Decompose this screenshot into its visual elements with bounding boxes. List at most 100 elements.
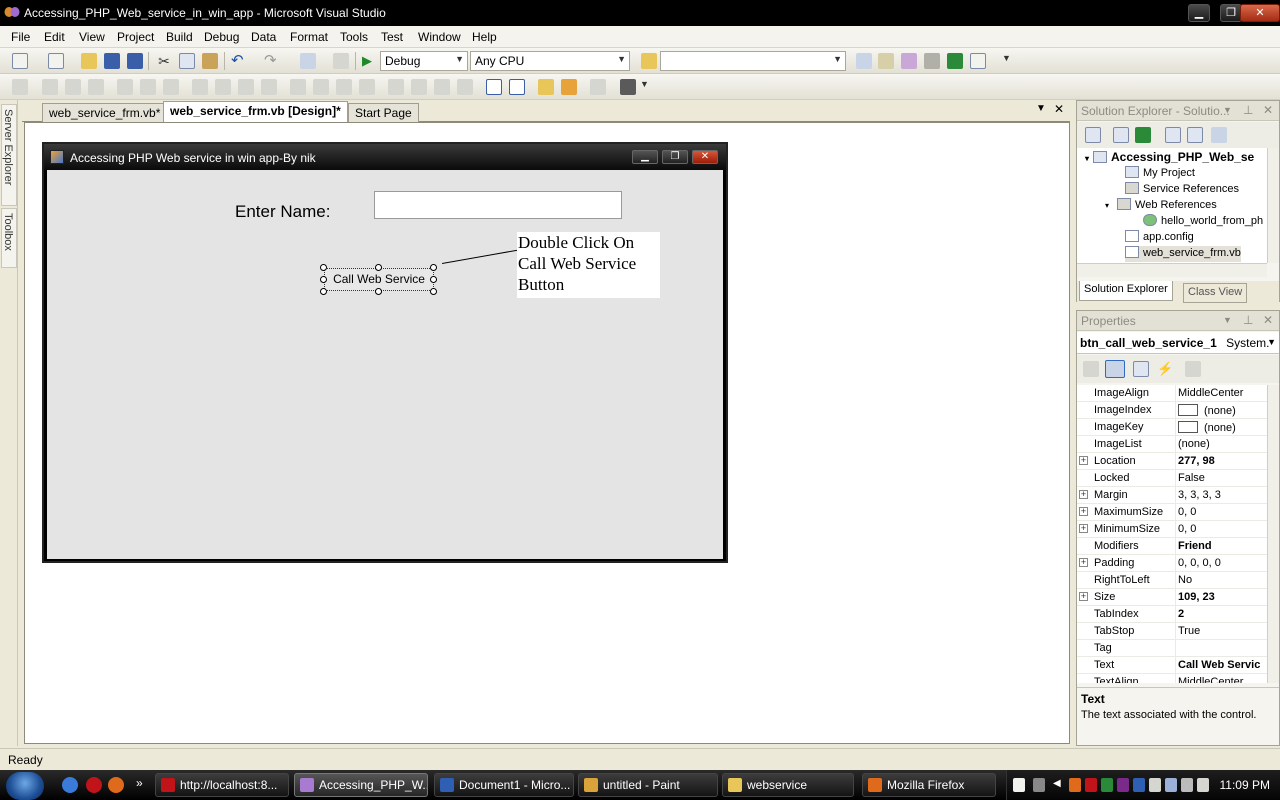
- property-grid-scrollbar[interactable]: [1267, 385, 1279, 683]
- save-icon[interactable]: [104, 53, 120, 69]
- tray-app-icon[interactable]: [1133, 778, 1145, 792]
- clock[interactable]: 11:09 PM: [1220, 778, 1270, 792]
- copy-icon[interactable]: [179, 53, 195, 69]
- decrease-horizontal-spacing-icon[interactable]: [336, 79, 352, 95]
- power-icon[interactable]: [1197, 778, 1209, 792]
- property-value[interactable]: MiddleCenter: [1175, 385, 1267, 402]
- properties-icon[interactable]: [1085, 127, 1101, 143]
- help-icon[interactable]: [1013, 778, 1025, 792]
- properties-window-icon[interactable]: [878, 53, 894, 69]
- toolbar-options-icon[interactable]: ▼: [640, 79, 656, 95]
- property-row[interactable]: + Size 109, 23: [1077, 589, 1267, 606]
- property-value[interactable]: 2: [1175, 606, 1267, 623]
- menu-help[interactable]: Help: [472, 30, 497, 44]
- taskbar-button[interactable]: Document1 - Micro...: [434, 773, 574, 797]
- expand-icon[interactable]: +: [1079, 592, 1088, 601]
- expand-icon[interactable]: +: [1079, 490, 1088, 499]
- menu-view[interactable]: View: [79, 30, 105, 44]
- tab-code[interactable]: web_service_frm.vb*: [42, 103, 168, 122]
- align-lefts-icon[interactable]: [42, 79, 58, 95]
- property-row[interactable]: + Location 277, 98: [1077, 453, 1267, 470]
- undo-icon[interactable]: ↶: [231, 53, 247, 69]
- tray-app-icon[interactable]: [1101, 778, 1113, 792]
- find-in-files-icon[interactable]: [641, 53, 657, 69]
- resize-handle[interactable]: [375, 288, 382, 295]
- wifi-icon[interactable]: [1181, 778, 1193, 792]
- navigate-forward-icon[interactable]: [333, 53, 349, 69]
- horizontal-spacing-icon[interactable]: [290, 79, 306, 95]
- alphabetical-icon[interactable]: [1105, 360, 1125, 378]
- remove-horizontal-spacing-icon[interactable]: [359, 79, 375, 95]
- property-value[interactable]: [1175, 640, 1267, 657]
- collapse-icon[interactable]: ▾: [1105, 201, 1109, 210]
- menu-tools[interactable]: Tools: [340, 30, 368, 44]
- property-value[interactable]: 109, 23: [1175, 589, 1267, 606]
- decrease-vertical-spacing-icon[interactable]: [434, 79, 450, 95]
- pin-icon[interactable]: ⊥: [1243, 313, 1253, 327]
- make-same-height-icon[interactable]: [238, 79, 254, 95]
- menu-build[interactable]: Build: [166, 30, 193, 44]
- solution-tree-vertical-scrollbar[interactable]: [1267, 148, 1279, 263]
- property-row[interactable]: Modifiers Friend: [1077, 538, 1267, 555]
- tab-start-page[interactable]: Start Page: [348, 103, 419, 122]
- resize-handle[interactable]: [430, 264, 437, 271]
- align-rights-icon[interactable]: [88, 79, 104, 95]
- property-row[interactable]: ImageKey (none): [1077, 419, 1267, 436]
- make-same-width-icon[interactable]: [192, 79, 208, 95]
- property-row[interactable]: + Padding 0, 0, 0, 0: [1077, 555, 1267, 572]
- solution-tree-horizontal-scrollbar[interactable]: [1077, 263, 1267, 277]
- property-row[interactable]: Locked False: [1077, 470, 1267, 487]
- property-row[interactable]: + Margin 3, 3, 3, 3: [1077, 487, 1267, 504]
- tree-item-project[interactable]: ▾ Accessing_PHP_Web_se: [1085, 150, 1254, 166]
- solution-configuration-select[interactable]: Debug ▼: [380, 51, 468, 71]
- chevron-left-icon[interactable]: ◀: [1053, 778, 1065, 792]
- size-to-grid-icon[interactable]: [215, 79, 231, 95]
- tree-item-app-config[interactable]: app.config: [1125, 230, 1194, 246]
- events-icon[interactable]: ⚡: [1157, 361, 1173, 377]
- refresh-icon[interactable]: [1135, 127, 1151, 143]
- view-class-diagram-icon[interactable]: [1211, 127, 1227, 143]
- increase-vertical-spacing-icon[interactable]: [411, 79, 427, 95]
- expand-icon[interactable]: +: [1079, 558, 1088, 567]
- lock-controls-icon[interactable]: [620, 79, 636, 95]
- resize-handle[interactable]: [320, 288, 327, 295]
- taskbar-button[interactable]: Accessing_PHP_W...: [294, 773, 428, 797]
- window-layout-icon[interactable]: [970, 53, 986, 69]
- toolbox-icon[interactable]: [924, 53, 940, 69]
- expand-icon[interactable]: +: [1079, 524, 1088, 533]
- menu-debug[interactable]: Debug: [204, 30, 239, 44]
- start-button[interactable]: [6, 772, 44, 800]
- view-designer-icon[interactable]: [1187, 127, 1203, 143]
- tree-item-my-project[interactable]: My Project: [1125, 166, 1195, 182]
- property-value[interactable]: 0, 0: [1175, 504, 1267, 521]
- designed-form[interactable]: Accessing PHP Web service in win app-By …: [42, 142, 728, 563]
- chevron-down-icon[interactable]: ▼: [1223, 315, 1232, 325]
- property-row[interactable]: + MaximumSize 0, 0: [1077, 504, 1267, 521]
- send-to-back-icon[interactable]: [561, 79, 577, 95]
- show-all-files-icon[interactable]: [1113, 127, 1129, 143]
- close-icon[interactable]: ✕: [1263, 103, 1273, 117]
- menu-file[interactable]: File: [11, 30, 30, 44]
- property-value[interactable]: 0, 0, 0, 0: [1175, 555, 1267, 572]
- increase-horizontal-spacing-icon[interactable]: [313, 79, 329, 95]
- restore-button[interactable]: ❐: [1220, 4, 1242, 22]
- expand-icon[interactable]: +: [1079, 507, 1088, 516]
- save-all-icon[interactable]: [127, 53, 143, 69]
- form-body[interactable]: Enter Name: Call Web Service Double Clic…: [47, 170, 723, 559]
- vertical-spacing-icon[interactable]: [388, 79, 404, 95]
- redo-icon[interactable]: ↷: [264, 53, 280, 69]
- property-row[interactable]: ImageList (none): [1077, 436, 1267, 453]
- server-explorer-tab[interactable]: Server Explorer: [1, 104, 17, 206]
- menu-test[interactable]: Test: [381, 30, 403, 44]
- cut-icon[interactable]: ✂: [156, 53, 172, 69]
- taskbar-button[interactable]: Mozilla Firefox: [862, 773, 996, 797]
- property-value[interactable]: No: [1175, 572, 1267, 589]
- align-centers-icon[interactable]: [65, 79, 81, 95]
- taskbar-button[interactable]: untitled - Paint: [578, 773, 718, 797]
- resize-handle[interactable]: [320, 264, 327, 271]
- property-value[interactable]: Call Web Servic: [1175, 657, 1267, 674]
- name-textbox[interactable]: [374, 191, 622, 219]
- menu-data[interactable]: Data: [251, 30, 276, 44]
- enter-name-label[interactable]: Enter Name:: [235, 202, 330, 222]
- property-row[interactable]: ImageAlign MiddleCenter: [1077, 385, 1267, 402]
